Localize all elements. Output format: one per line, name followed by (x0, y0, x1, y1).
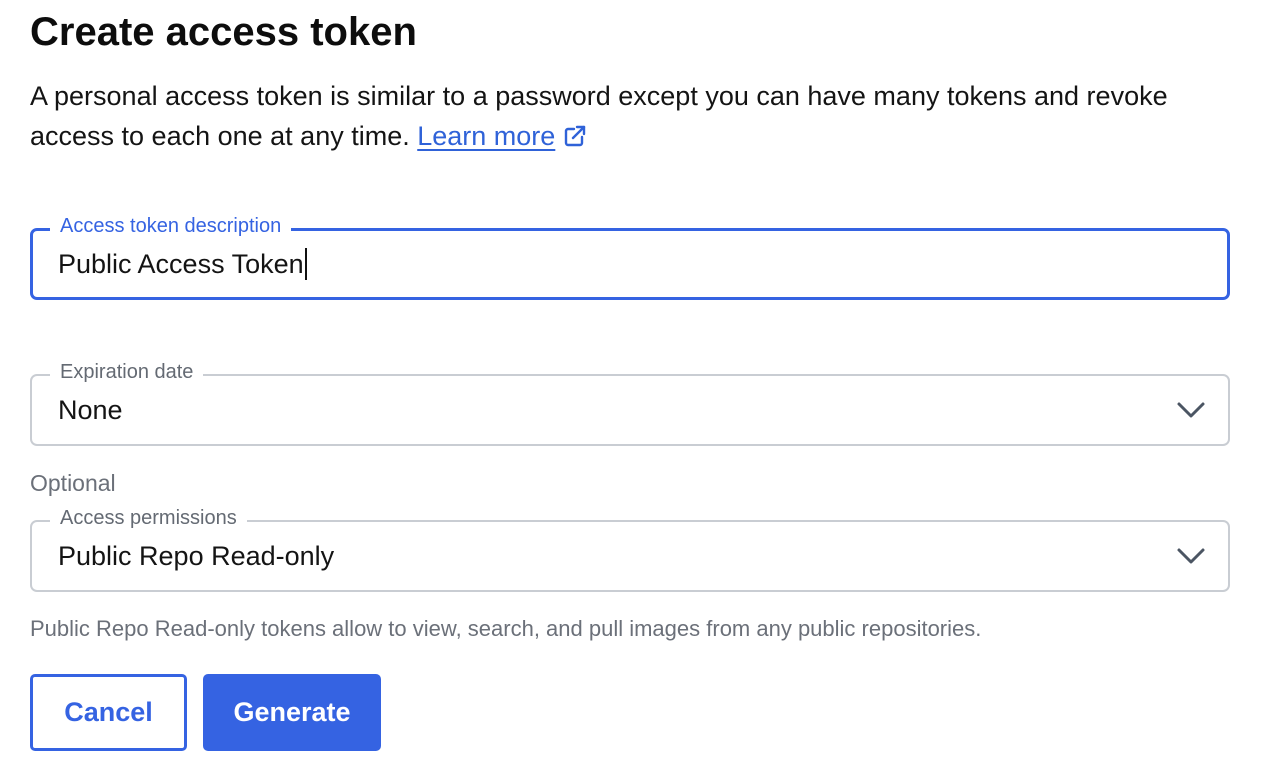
text-cursor (304, 248, 307, 280)
intro-description: A personal access token is similar to a … (30, 81, 1168, 151)
chevron-down-icon[interactable] (1176, 401, 1206, 419)
learn-more-link[interactable]: Learn more (417, 121, 555, 151)
expiration-date-value: None (58, 394, 123, 425)
expiration-date-select[interactable]: Expiration date None (30, 360, 1230, 446)
generate-button[interactable]: Generate (203, 674, 381, 751)
chevron-down-icon[interactable] (1176, 547, 1206, 565)
optional-label: Optional (30, 470, 116, 496)
access-permissions-select[interactable]: Access permissions Public Repo Read-only (30, 506, 1230, 592)
page-title: Create access token (30, 10, 417, 54)
token-description-value: Public Access Token (58, 248, 304, 279)
cancel-button[interactable]: Cancel (30, 674, 187, 751)
external-link-icon[interactable] (563, 119, 587, 159)
learn-more-label: Learn more (417, 121, 556, 151)
permissions-helper-text: Public Repo Read-only tokens allow to vi… (30, 616, 982, 641)
token-description-field[interactable]: Access token description Public Access T… (30, 214, 1230, 300)
intro-text: A personal access token is similar to a … (30, 76, 1220, 159)
token-description-input[interactable]: Public Access Token (58, 231, 307, 297)
access-permissions-value: Public Repo Read-only (58, 540, 335, 571)
